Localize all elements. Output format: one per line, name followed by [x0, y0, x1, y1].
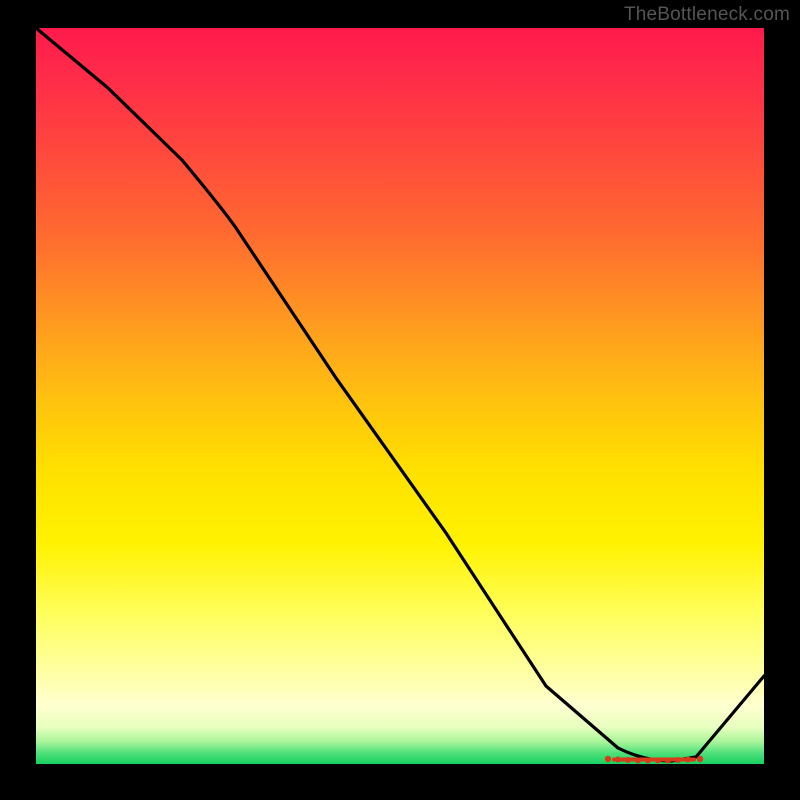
- line-chart-svg: [36, 28, 764, 764]
- marker-band: [605, 756, 703, 764]
- watermark-text: TheBottleneck.com: [624, 4, 790, 26]
- chart-frame: TheBottleneck.com: [0, 0, 800, 800]
- plot-area: [36, 28, 764, 764]
- series-curve: [36, 28, 764, 761]
